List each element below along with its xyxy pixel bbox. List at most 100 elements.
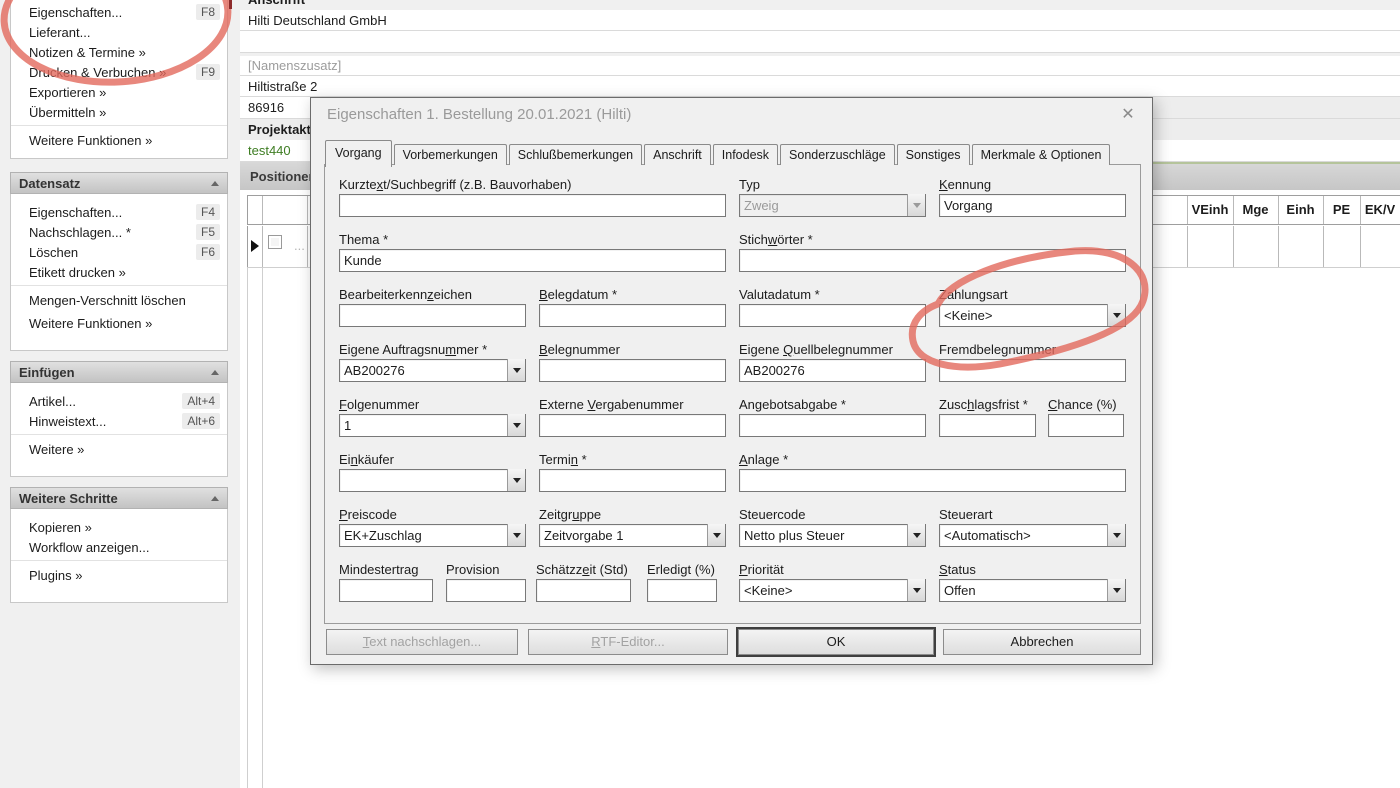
collapse-icon — [211, 496, 219, 501]
menu-item[interactable]: Hinweistext... Alt+6 — [11, 411, 227, 431]
dropdown-arrow-icon[interactable] — [507, 524, 525, 546]
menu-item[interactable]: Nachschlagen... * F5 — [11, 222, 227, 242]
mindestertrag-input[interactable] — [339, 579, 433, 602]
tab[interactable]: Schlußbemerkungen — [509, 144, 642, 165]
menu-item[interactable]: Lieferant... — [11, 22, 227, 42]
steuerart-select[interactable]: <Automatisch> — [939, 524, 1126, 547]
section-header-einfuegen[interactable]: Einfügen — [10, 361, 228, 383]
menu-item-label: Artikel... — [29, 394, 76, 409]
status-select[interactable]: Offen — [939, 579, 1126, 602]
dropdown-arrow-icon[interactable] — [1107, 524, 1125, 546]
quellbelegnummer-input[interactable]: AB200276 — [739, 359, 926, 382]
section-header-weitere-schritte[interactable]: Weitere Schritte — [10, 487, 228, 509]
termin-input[interactable] — [539, 469, 726, 492]
stichwoerter-input[interactable] — [739, 249, 1126, 272]
chance-input[interactable] — [1048, 414, 1124, 437]
menu-item[interactable]: Mengen-Verschnitt löschen — [11, 289, 227, 312]
menu-item[interactable]: Workflow anzeigen... — [11, 537, 227, 557]
column-header-ekv[interactable]: EK/V — [1360, 196, 1400, 224]
anlage-input[interactable] — [739, 469, 1126, 492]
schaetzzeit-input[interactable] — [536, 579, 631, 602]
prioritaet-select[interactable]: <Keine> — [739, 579, 926, 602]
column-header-veinh[interactable]: VEinh — [1187, 196, 1233, 224]
bearbeiterkennzeichen-input[interactable] — [339, 304, 526, 327]
menu-item[interactable]: Drucken & Verbuchen » F9 — [11, 62, 227, 82]
dropdown-arrow-icon[interactable] — [507, 414, 525, 436]
menu-item[interactable]: Artikel... Alt+4 — [11, 391, 227, 411]
valutadatum-input[interactable] — [739, 304, 926, 327]
address-zip-value: 86916 — [248, 100, 284, 115]
tab[interactable]: Sonstiges — [897, 144, 970, 165]
kennung-input[interactable]: Vorgang — [939, 194, 1126, 217]
auftragsnummer-select[interactable]: AB200276 — [339, 359, 526, 382]
vergabenummer-input[interactable] — [539, 414, 726, 437]
typ-select: Zweig — [739, 194, 926, 217]
dropdown-arrow-icon[interactable] — [1107, 579, 1125, 601]
zahlungsart-select[interactable]: <Keine> — [939, 304, 1126, 327]
fremdbelegnummer-input[interactable] — [939, 359, 1126, 382]
einkaeufer-select[interactable] — [339, 469, 526, 492]
provision-input[interactable] — [446, 579, 526, 602]
dropdown-arrow-icon[interactable] — [507, 359, 525, 381]
rtf-editor-button[interactable]: RTF-Editor... — [528, 629, 728, 655]
kurztext-input[interactable] — [339, 194, 726, 217]
tab[interactable]: Infodesk — [713, 144, 778, 165]
field-kennung: Kennung Vorgang — [939, 177, 1126, 217]
section-header-datensatz[interactable]: Datensatz — [10, 172, 228, 194]
menu-item[interactable]: Löschen F6 — [11, 242, 227, 262]
menu-item[interactable]: Etikett drucken » — [11, 262, 227, 282]
menu-item[interactable]: Weitere » — [11, 438, 227, 461]
project-link[interactable]: test440 — [248, 143, 291, 158]
address-line2-field[interactable] — [240, 31, 1400, 53]
menu-item[interactable]: Eigenschaften... F8 — [11, 2, 227, 22]
menu-item[interactable]: Kopieren » — [11, 517, 227, 537]
folgenummer-select[interactable]: 1 — [339, 414, 526, 437]
dropdown-arrow-icon[interactable] — [907, 579, 925, 601]
belegdatum-input[interactable] — [539, 304, 726, 327]
zuschlagsfrist-input[interactable] — [939, 414, 1036, 437]
tab[interactable]: Vorbemerkungen — [394, 144, 507, 165]
erledigt-input[interactable] — [647, 579, 717, 602]
thema-input[interactable]: Kunde — [339, 249, 726, 272]
dropdown-arrow-icon[interactable] — [907, 524, 925, 546]
dropdown-arrow-icon[interactable] — [507, 469, 525, 491]
menu-item[interactable]: Plugins » — [11, 564, 227, 587]
cancel-button[interactable]: Abbrechen — [943, 629, 1141, 655]
field-label: Thema * — [339, 232, 726, 247]
steuercode-select[interactable]: Netto plus Steuer — [739, 524, 926, 547]
text-nachschlagen-button[interactable]: Text nachschlagen... — [326, 629, 518, 655]
tab[interactable]: Vorgang — [325, 140, 392, 167]
menu-item-label: Nachschlagen... * — [29, 225, 131, 240]
field-prioritaet: Priorität <Keine> — [739, 562, 926, 602]
menu-item[interactable]: Übermitteln » — [11, 102, 227, 122]
dropdown-arrow-icon[interactable] — [707, 524, 725, 546]
menu-item[interactable]: Weitere Funktionen » — [11, 312, 227, 335]
column-header-einh[interactable]: Einh — [1278, 196, 1323, 224]
close-icon[interactable]: ✕ — [1118, 104, 1138, 124]
menu-item-label: Etikett drucken » — [29, 265, 126, 280]
ok-button[interactable]: OK — [738, 629, 934, 655]
tab[interactable]: Sonderzuschläge — [780, 144, 895, 165]
tab[interactable]: Merkmale & Optionen — [972, 144, 1111, 165]
column-header-mge[interactable]: Mge — [1233, 196, 1278, 224]
column-header-pe[interactable]: PE — [1323, 196, 1360, 224]
menu-item-label: Übermitteln » — [29, 105, 106, 120]
address-street-field[interactable]: Hiltistraße 2 — [240, 76, 1400, 97]
menu-item[interactable]: Exportieren » — [11, 82, 227, 102]
weitere-schritte-list: Kopieren » Workflow anzeigen... — [11, 517, 227, 557]
dropdown-arrow-icon[interactable] — [1107, 304, 1125, 326]
menu-item[interactable]: Notizen & Termine » — [11, 42, 227, 62]
tab[interactable]: Anschrift — [644, 144, 711, 165]
field-label: Belegdatum * — [539, 287, 726, 302]
preiscode-select[interactable]: EK+Zuschlag — [339, 524, 526, 547]
menu-item[interactable]: Eigenschaften... F4 — [11, 202, 227, 222]
address-name-field[interactable]: Hilti Deutschland GmbH — [240, 10, 1400, 31]
positions-accent-line — [1153, 162, 1400, 164]
field-zahlungsart: Zahlungsart <Keine> — [939, 287, 1126, 327]
angebotsabgabe-input[interactable] — [739, 414, 926, 437]
dialog-titlebar[interactable]: Eigenschaften 1. Bestellung 20.01.2021 (… — [311, 98, 1152, 132]
belegnummer-input[interactable] — [539, 359, 726, 382]
zeitgruppe-select[interactable]: Zeitvorgabe 1 — [539, 524, 726, 547]
menu-item-weitere-funktionen[interactable]: Weitere Funktionen » — [11, 129, 227, 152]
address-suffix-field[interactable]: [Namenszusatz] — [240, 56, 1400, 76]
